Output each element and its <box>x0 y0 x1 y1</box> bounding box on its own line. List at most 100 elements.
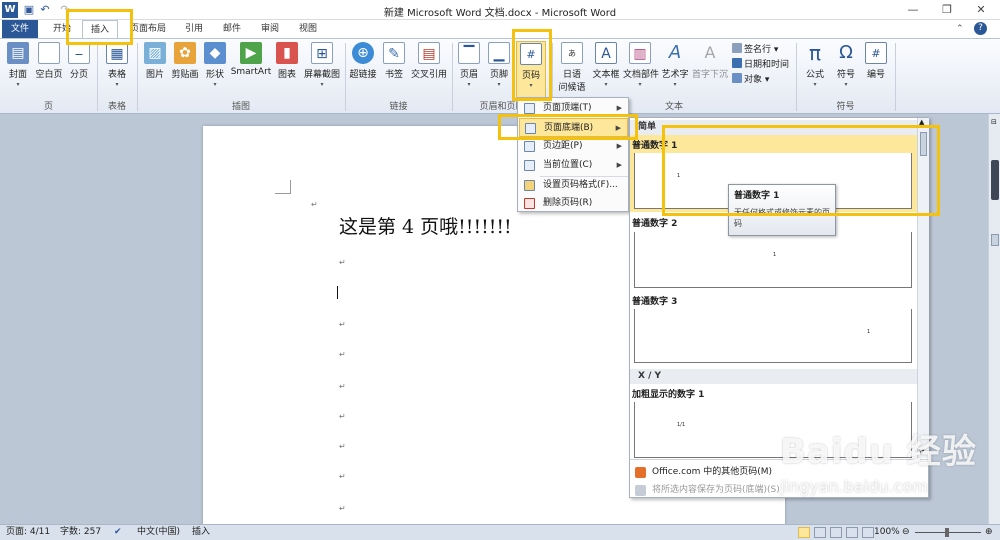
paragraph-mark: ↵ <box>339 320 346 329</box>
status-bar: 页面: 4/11 字数: 257 ✔ 中文(中国) 插入 100% ⊖ ⊕ <box>0 524 1000 540</box>
tab-mailings[interactable]: 邮件 <box>216 20 248 38</box>
watermark-url: jingyan.baidu.com <box>780 477 928 496</box>
bookmark-button[interactable]: ✎ 书签 <box>381 41 407 99</box>
number-icon: # <box>865 42 887 64</box>
table-button[interactable]: ▦ 表格 ▾ <box>102 41 132 99</box>
status-words[interactable]: 字数: 257 <box>60 525 101 540</box>
wordart-button[interactable]: A 艺术字 ▾ <box>660 41 690 99</box>
tab-references[interactable]: 引用 <box>178 20 210 38</box>
submenu-arrow-icon: ▶ <box>616 161 622 169</box>
gallery-item-plain-2-label: 普通数字 2 <box>632 219 678 229</box>
signature-line-button[interactable]: 签名行 ▾ <box>732 43 778 58</box>
scroll-thumb[interactable] <box>991 234 999 246</box>
draft-view-icon[interactable] <box>862 527 874 538</box>
wordart-icon: A <box>668 42 682 63</box>
status-page[interactable]: 页面: 4/11 <box>6 525 50 540</box>
paragraph-mark: ↵ <box>339 504 346 513</box>
quick-parts-icon: ▥ <box>629 42 651 64</box>
tab-view[interactable]: 视图 <box>292 20 324 38</box>
highlight-insert-tab <box>66 9 133 45</box>
highlight-plain-number-1 <box>662 125 940 216</box>
table-icon: ▦ <box>106 42 128 64</box>
menu-item-format-page-numbers[interactable]: 设置页码格式(F)... <box>519 176 628 195</box>
side-gadget <box>991 160 999 200</box>
paragraph-mark: ↵ <box>339 382 346 391</box>
hyperlink-button[interactable]: ⊕ 超链接 <box>348 41 378 99</box>
status-insert-mode[interactable]: 插入 <box>192 525 210 540</box>
paragraph-mark: ↵ <box>339 412 346 421</box>
ribbon-collapse-icon[interactable]: ⌃ <box>956 24 964 34</box>
quick-parts-button[interactable]: ▥ 文档部件 ▾ <box>623 41 659 99</box>
proofing-icon[interactable]: ✔ <box>114 525 122 540</box>
date-time-button[interactable]: 日期和时间 <box>732 58 789 73</box>
greeting-icon: あ <box>561 42 583 64</box>
minimize-icon[interactable]: — <box>898 0 928 20</box>
cross-reference-icon: ▤ <box>418 42 440 64</box>
header-button[interactable]: ▔ 页眉 ▾ <box>456 41 482 99</box>
zoom-out-icon[interactable]: ⊖ <box>902 525 910 540</box>
group-label-links: 链接 <box>389 102 408 112</box>
menu-item-current-position[interactable]: 当前位置(C) ▶ <box>519 156 628 175</box>
print-layout-view-icon[interactable] <box>798 527 810 538</box>
gallery-item-bold-1-label: 加粗显示的数字 1 <box>632 390 705 400</box>
equation-button[interactable]: π 公式 ▾ <box>800 41 830 99</box>
save-selection-icon <box>635 485 646 496</box>
document-heading[interactable]: 这是第 4 页哦!!!!!!! <box>339 212 512 239</box>
tab-file[interactable]: 文件 <box>2 20 38 38</box>
picture-button[interactable]: ▨ 图片 <box>142 41 168 99</box>
highlight-bottom-of-page <box>498 114 638 140</box>
greeting-button[interactable]: あ 日语 问候语 <box>555 41 589 99</box>
close-icon[interactable]: ✕ <box>966 0 996 20</box>
tab-review[interactable]: 审阅 <box>254 20 286 38</box>
clip-art-button[interactable]: ✿ 剪贴画 <box>170 41 200 99</box>
cross-reference-button[interactable]: ▤ 交叉引用 <box>409 41 449 99</box>
remove-icon <box>524 198 535 209</box>
footer-button[interactable]: ▁ 页脚 ▾ <box>486 41 512 99</box>
highlight-page-number-button <box>512 29 552 101</box>
text-box-icon: A <box>595 42 617 64</box>
web-layout-view-icon[interactable] <box>830 527 842 538</box>
smartart-icon: ▶ <box>240 42 262 64</box>
gallery-item-plain-3[interactable]: 1 <box>634 309 912 363</box>
zoom-slider-thumb[interactable] <box>945 528 949 537</box>
footer-icon: ▁ <box>488 42 510 64</box>
picture-icon: ▨ <box>144 42 166 64</box>
status-language[interactable]: 中文(中国) <box>137 525 180 540</box>
header-icon: ▔ <box>458 42 480 64</box>
help-icon[interactable]: ? <box>974 22 987 35</box>
paragraph-mark: ↵ <box>339 472 346 481</box>
ruler-toggle-icon[interactable]: ⊟ <box>991 118 999 128</box>
gallery-section-xy: X / Y <box>630 369 917 384</box>
current-position-icon <box>524 160 535 171</box>
shapes-button[interactable]: ◆ 形状 ▾ <box>202 41 228 99</box>
bookmark-icon: ✎ <box>383 42 405 64</box>
zoom-in-icon[interactable]: ⊕ <box>985 525 993 540</box>
number-button[interactable]: # 编号 <box>862 41 890 99</box>
margin-corner-mark <box>275 180 291 194</box>
symbol-button[interactable]: Ω 符号 ▾ <box>832 41 860 99</box>
smartart-button[interactable]: ▶ SmartArt <box>230 41 272 99</box>
object-button[interactable]: 对象 ▾ <box>732 73 769 88</box>
blank-page-button[interactable]: 空白页 <box>33 41 65 99</box>
blank-page-icon <box>38 42 60 64</box>
outline-view-icon[interactable] <box>846 527 858 538</box>
paragraph-mark: ↵ <box>339 350 346 359</box>
text-box-button[interactable]: A 文本框 ▾ <box>591 41 621 99</box>
watermark-brand: Baidu 经验 <box>780 432 977 472</box>
zoom-level[interactable]: 100% <box>874 525 900 540</box>
page-break-button[interactable]: ⎯ 分页 <box>66 41 92 99</box>
full-screen-view-icon[interactable] <box>814 527 826 538</box>
menu-item-remove-page-numbers[interactable]: 删除页码(R) <box>519 194 628 213</box>
chart-button[interactable]: ▮ 图表 <box>274 41 300 99</box>
cover-page-button[interactable]: ▤ 封面 ▾ <box>4 41 32 99</box>
gallery-item-plain-2[interactable]: 1 <box>634 232 912 288</box>
screenshot-button[interactable]: ⊞ 屏幕截图 ▾ <box>302 41 342 99</box>
restore-icon[interactable]: ❐ <box>932 0 962 20</box>
group-separator <box>895 43 896 111</box>
baidu-watermark: Baidu 经验 jingyan.baidu.com <box>780 424 990 518</box>
drop-cap-button[interactable]: A 首字下沉 <box>692 41 728 99</box>
clip-art-icon: ✿ <box>174 42 196 64</box>
gallery-item-plain-3-label: 普通数字 3 <box>632 297 678 307</box>
calendar-icon <box>732 58 742 68</box>
paragraph-mark: ↵ <box>339 258 346 267</box>
